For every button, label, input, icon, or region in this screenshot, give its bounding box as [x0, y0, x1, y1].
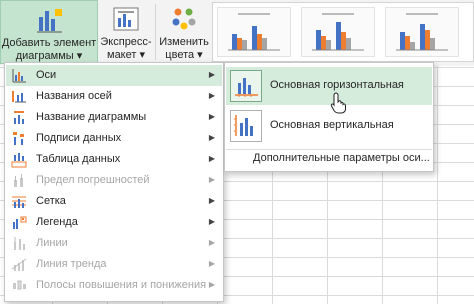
submenu-arrow-icon: ▶ [208, 217, 215, 226]
more-axis-options-link[interactable]: Дополнительные параметры оси... [253, 152, 430, 164]
palette-icon [169, 4, 199, 38]
menu-item-trendline: Линия тренда ▶ [6, 254, 222, 275]
legend-icon [11, 215, 27, 231]
menu-item-label: Сетка [36, 195, 66, 207]
menu-item-data-table[interactable]: Таблица данных ▶ [6, 149, 222, 170]
add-chart-element-button[interactable]: Добавить элемент диаграммы ▾ [0, 0, 98, 64]
menu-item-label: Название диаграммы [36, 111, 147, 123]
primary-horizontal-label: Основная горизонтальная [270, 79, 404, 91]
menu-item-label: Легенда [36, 216, 78, 228]
lines-icon [11, 236, 27, 252]
axes-icon [11, 68, 27, 84]
data-table-icon [11, 152, 27, 168]
menu-item-error-bars: Предел погрешностей ▶ [6, 170, 222, 191]
chart-title-icon [11, 110, 27, 126]
chart-style-thumbnail[interactable] [301, 7, 375, 57]
menu-item-label: Таблица данных [36, 153, 121, 165]
menu-item-label: Линии [36, 237, 68, 249]
menu-item-label: Подписи данных [36, 132, 122, 144]
data-labels-icon [11, 131, 27, 147]
menu-item-updown-bars: Полосы повышения и понижения ▶ [6, 275, 222, 296]
quick-layout-label-2: макет ▾ [107, 49, 145, 61]
menu-item-axis-titles[interactable]: Названия осей ▶ [6, 86, 222, 107]
menu-item-label: Названия осей [36, 90, 112, 102]
change-colors-label-2: цвета ▾ [165, 49, 203, 61]
submenu-arrow-icon: ▶ [208, 112, 215, 121]
quick-layout-label: Экспресс- [100, 36, 152, 48]
menu-item-label: Полосы повышения и понижения [36, 279, 207, 291]
submenu-arrow-icon: ▶ [208, 154, 215, 163]
change-colors-label: Изменить [159, 36, 209, 48]
primary-horizontal-axis-option[interactable]: Основная горизонтальная [226, 67, 432, 105]
submenu-arrow-icon: ▶ [208, 238, 215, 247]
chart-style-thumbnail[interactable] [217, 7, 291, 57]
add-chart-element-menu: Оси ▶ Названия осей ▶ Название диаграммы… [4, 62, 224, 302]
vertical-axis-icon [230, 110, 262, 142]
menu-item-label: Линия тренда [36, 258, 107, 270]
axis-titles-icon [11, 89, 27, 105]
submenu-arrow-icon: ▶ [208, 280, 215, 289]
menu-item-lines: Линии ▶ [6, 233, 222, 254]
submenu-arrow-icon: ▶ [208, 259, 215, 268]
submenu-arrow-icon: ▶ [208, 196, 215, 205]
menu-item-axes[interactable]: Оси ▶ [6, 65, 222, 86]
ribbon-divider [155, 4, 156, 60]
menu-item-label: Предел погрешностей [36, 174, 150, 186]
updown-bars-icon [11, 278, 27, 294]
chart-styles-gallery [212, 2, 474, 62]
quick-layout-button[interactable]: Экспресс- макет ▾ [100, 0, 152, 64]
submenu-divider [226, 149, 432, 150]
add-chart-element-label: Добавить элемент [1, 37, 97, 49]
quick-layout-icon [111, 4, 141, 38]
chart-style-thumbnail[interactable] [385, 7, 459, 57]
horizontal-axis-icon [230, 70, 262, 102]
hand-cursor-icon [330, 92, 348, 117]
menu-item-chart-title[interactable]: Название диаграммы ▶ [6, 107, 222, 128]
primary-vertical-axis-option[interactable]: Основная вертикальная [226, 107, 432, 145]
submenu-arrow-icon: ▶ [208, 91, 215, 100]
menu-item-legend[interactable]: Легенда ▶ [6, 212, 222, 233]
error-bars-icon [11, 173, 27, 189]
menu-item-gridlines[interactable]: Сетка ▶ [6, 191, 222, 212]
submenu-arrow-icon: ▶ [208, 133, 215, 142]
submenu-arrow-icon: ▶ [208, 175, 215, 184]
primary-vertical-label: Основная вертикальная [270, 119, 394, 131]
chart-tools-ribbon: Добавить элемент диаграммы ▾ Экспресс- м… [0, 0, 474, 67]
menu-item-label: Оси [36, 69, 57, 81]
add-chart-element-icon [34, 5, 64, 39]
menu-item-data-labels[interactable]: Подписи данных ▶ [6, 128, 222, 149]
submenu-arrow-icon: ▶ [208, 70, 215, 79]
change-colors-button[interactable]: Изменить цвета ▾ [158, 0, 210, 64]
trendline-icon [11, 257, 27, 273]
gridlines-icon [11, 194, 27, 210]
axes-submenu: Основная горизонтальная Основная вертика… [224, 62, 434, 172]
